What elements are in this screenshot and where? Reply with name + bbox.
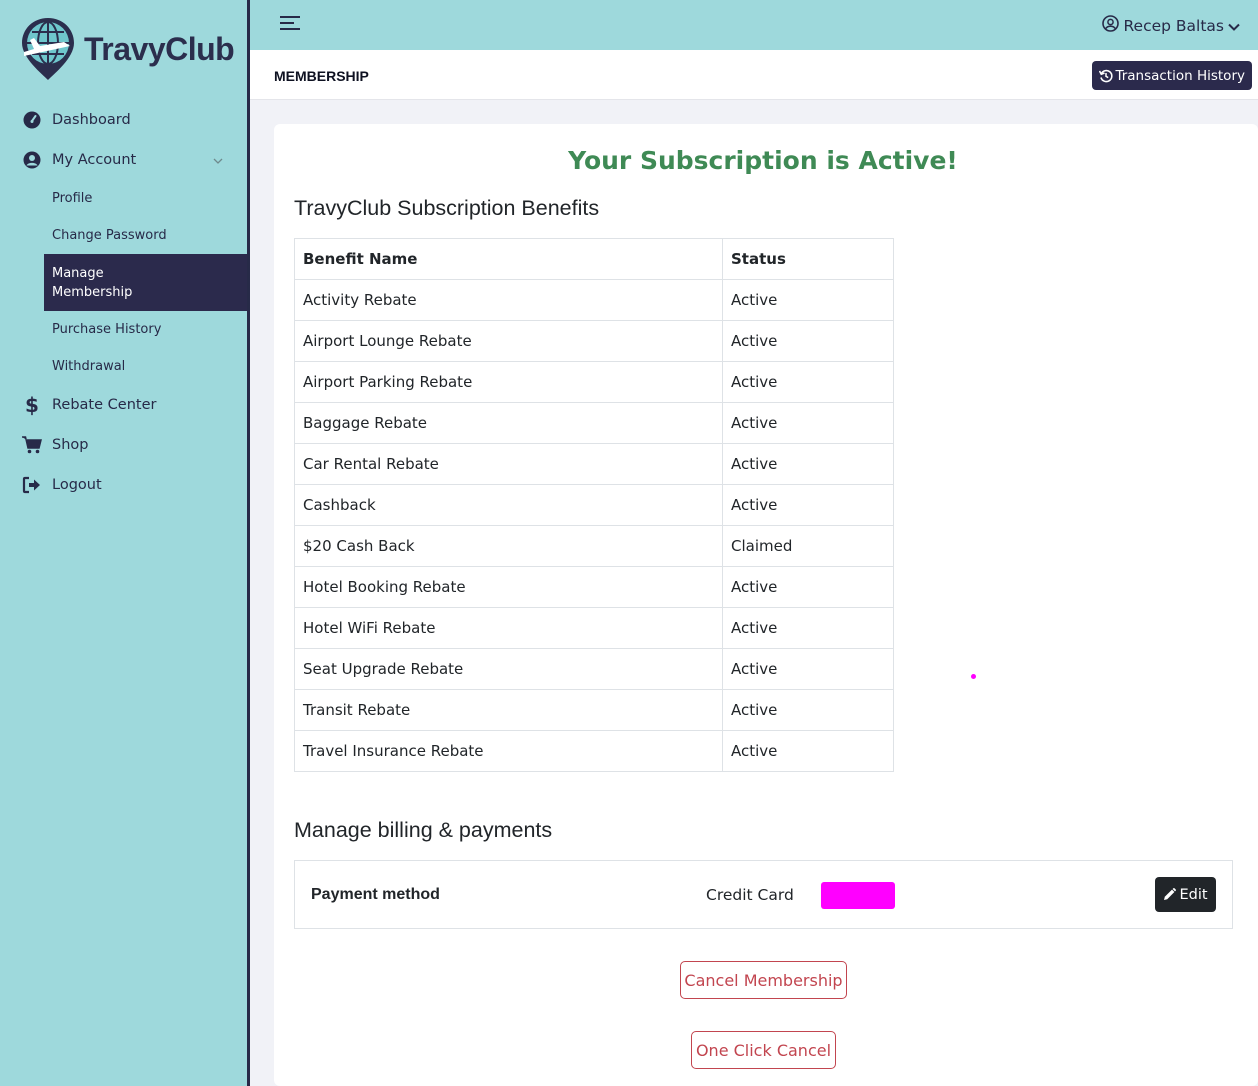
edit-label: Edit: [1179, 886, 1208, 903]
payment-method-label: Payment method: [311, 886, 440, 903]
benefit-name: Car Rental Rebate: [294, 443, 723, 485]
benefit-status: Active: [722, 320, 894, 362]
table-row: Cashback Active: [294, 484, 894, 526]
benefit-name: Baggage Rebate: [294, 402, 723, 444]
cancel-membership-button[interactable]: Cancel Membership: [680, 961, 847, 999]
benefit-name: Hotel WiFi Rebate: [294, 607, 723, 649]
sidebar-item-label: Profile: [52, 191, 93, 206]
chevron-down-icon: [1228, 17, 1240, 35]
user-name: Recep Baltas: [1123, 16, 1224, 35]
transaction-history-button[interactable]: Transaction History: [1092, 61, 1252, 90]
edit-payment-button[interactable]: Edit: [1155, 877, 1216, 912]
sidebar-item-dashboard[interactable]: Dashboard: [0, 100, 247, 140]
user-circle-icon: [22, 150, 42, 170]
sidebar-nav: Dashboard My Account Profile Change Pass…: [0, 100, 247, 505]
benefit-name: Travel Insurance Rebate: [294, 730, 723, 772]
table-row: Transit Rebate Active: [294, 689, 894, 731]
benefit-name: Seat Upgrade Rebate: [294, 648, 723, 690]
dollar-icon: $: [25, 393, 39, 417]
benefit-name: Airport Lounge Rebate: [294, 320, 723, 362]
sidebar-subitem-profile[interactable]: Profile: [44, 180, 247, 217]
benefit-name: Hotel Booking Rebate: [294, 566, 723, 608]
table-row: Activity Rebate Active: [294, 279, 894, 321]
benefit-name: Cashback: [294, 484, 723, 526]
pencil-icon: [1164, 888, 1177, 900]
benefit-status: Active: [722, 730, 894, 772]
sidebar-item-rebate-center[interactable]: $ Rebate Center: [0, 385, 247, 425]
benefit-status: Active: [722, 689, 894, 731]
sidebar-item-label: Logout: [52, 477, 102, 493]
sidebar: TravyClub Dashboard My Account Profile C…: [0, 0, 250, 1086]
billing-title: Manage billing & payments: [294, 818, 553, 842]
payment-method-row: Payment method Credit Card Edit: [294, 860, 1233, 929]
sidebar-item-logout[interactable]: Logout: [0, 465, 247, 505]
sidebar-item-label: Withdrawal: [52, 359, 126, 374]
one-click-cancel-button[interactable]: One Click Cancel: [691, 1031, 836, 1069]
sidebar-item-label: My Account: [52, 152, 137, 168]
sidebar-item-label: Shop: [52, 437, 89, 453]
decorative-dot: [971, 674, 976, 679]
brand-logo[interactable]: TravyClub: [20, 16, 235, 82]
payment-method-value: Credit Card: [706, 886, 794, 904]
sidebar-item-label: Dashboard: [52, 112, 131, 128]
table-row: Hotel WiFi Rebate Active: [294, 607, 894, 649]
card-redacted-swatch: [821, 882, 895, 909]
benefit-status: Active: [722, 648, 894, 690]
page-header: MEMBERSHIP Transaction History: [250, 50, 1258, 100]
membership-card: Your Subscription is Active! TravyClub S…: [274, 124, 1258, 1086]
benefits-title: TravyClub Subscription Benefits: [294, 196, 600, 220]
benefit-status: Active: [722, 443, 894, 485]
benefit-status: Claimed: [722, 525, 894, 567]
cart-icon: [22, 435, 42, 455]
benefit-status: Active: [722, 361, 894, 403]
table-row: Car Rental Rebate Active: [294, 443, 894, 485]
table-header-row: Benefit Name Status: [294, 238, 894, 280]
brand-name: TravyClub: [84, 30, 235, 67]
benefit-name: Activity Rebate: [294, 279, 723, 321]
sidebar-item-shop[interactable]: Shop: [0, 425, 247, 465]
benefits-table: Benefit Name Status Activity Rebate Activ…: [294, 238, 894, 772]
benefit-name: Transit Rebate: [294, 689, 723, 731]
sidebar-item-label: Rebate Center: [52, 397, 157, 413]
benefit-name: $20 Cash Back: [294, 525, 723, 567]
benefit-status: Active: [722, 279, 894, 321]
menu-toggle-icon[interactable]: [280, 16, 300, 34]
benefit-status: Active: [722, 484, 894, 526]
logout-icon: [22, 475, 42, 495]
table-row: $20 Cash Back Claimed: [294, 525, 894, 567]
benefit-status: Active: [722, 402, 894, 444]
dashboard-gauge-icon: [22, 110, 42, 130]
chevron-down-icon: [213, 154, 223, 167]
top-bar: Recep Baltas: [250, 0, 1258, 50]
sidebar-subitem-withdrawal[interactable]: Withdrawal: [44, 348, 247, 385]
column-header-status: Status: [722, 238, 894, 280]
table-row: Hotel Booking Rebate Active: [294, 566, 894, 608]
column-header-benefit-name: Benefit Name: [294, 238, 723, 280]
sidebar-item-label: Manage Membership: [52, 265, 133, 300]
page-title: MEMBERSHIP: [274, 68, 369, 84]
sidebar-item-label: Change Password: [52, 228, 167, 243]
table-row: Baggage Rebate Active: [294, 402, 894, 444]
sidebar-item-label: Purchase History: [52, 322, 162, 337]
user-circle-icon: [1102, 15, 1120, 36]
sidebar-subitem-change-password[interactable]: Change Password: [44, 217, 247, 254]
sidebar-item-my-account[interactable]: My Account: [0, 140, 247, 180]
sidebar-subitem-purchase-history[interactable]: Purchase History: [44, 311, 247, 348]
subscription-status-headline: Your Subscription is Active!: [568, 146, 958, 175]
benefit-status: Active: [722, 566, 894, 608]
table-row: Airport Lounge Rebate Active: [294, 320, 894, 362]
table-row: Seat Upgrade Rebate Active: [294, 648, 894, 690]
history-icon: [1099, 69, 1114, 82]
benefit-name: Airport Parking Rebate: [294, 361, 723, 403]
table-row: Airport Parking Rebate Active: [294, 361, 894, 403]
sidebar-subitem-manage-membership[interactable]: Manage Membership: [44, 254, 247, 311]
user-menu[interactable]: Recep Baltas: [1102, 15, 1240, 36]
table-row: Travel Insurance Rebate Active: [294, 730, 894, 772]
globe-plane-pin-icon: [22, 18, 74, 80]
transaction-history-label: Transaction History: [1115, 67, 1245, 84]
benefit-status: Active: [722, 607, 894, 649]
